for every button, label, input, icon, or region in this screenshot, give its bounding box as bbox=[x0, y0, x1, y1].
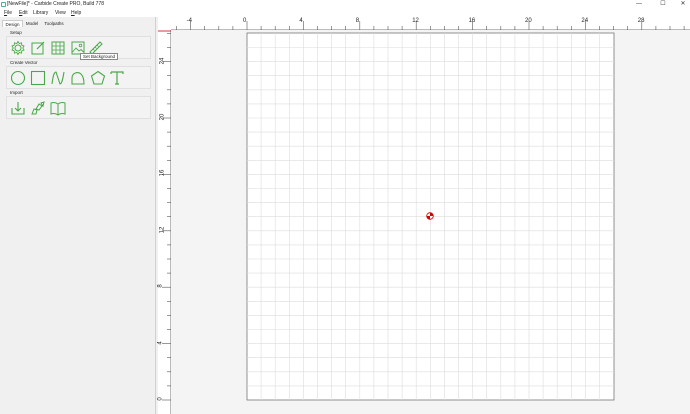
ruler-left-ticks bbox=[158, 30, 171, 401]
import-icon bbox=[11, 102, 25, 115]
draw-curve-button[interactable] bbox=[50, 70, 66, 86]
center-marker-icon bbox=[426, 212, 434, 220]
rectangle-icon bbox=[30, 70, 46, 86]
ruler-top-label: 24 bbox=[581, 18, 589, 24]
circle-icon bbox=[10, 70, 26, 86]
design-panel: Design Model Toolpaths Setup Create Vect… bbox=[0, 17, 156, 414]
import-model-button[interactable] bbox=[30, 100, 46, 116]
curve-icon bbox=[51, 71, 65, 85]
polygon-icon bbox=[90, 70, 106, 85]
menu-file[interactable]: File bbox=[4, 9, 12, 17]
import-vectors-button[interactable] bbox=[10, 100, 26, 116]
maximize-button[interactable]: ☐ bbox=[656, 0, 670, 9]
library-icon bbox=[50, 101, 66, 116]
menu-edit[interactable]: Edit bbox=[19, 9, 28, 17]
ruler-left-label: 20 bbox=[159, 113, 166, 121]
draw-circle-button[interactable] bbox=[10, 70, 26, 86]
gear-icon bbox=[11, 40, 25, 56]
ruler-left-label: 16 bbox=[159, 170, 166, 177]
section-setup bbox=[6, 36, 151, 59]
draw-text-button[interactable] bbox=[109, 70, 125, 86]
polyline-icon bbox=[71, 72, 85, 85]
section-create-vector bbox=[6, 66, 151, 89]
ruler-corner bbox=[158, 17, 171, 30]
tab-toolpaths[interactable]: Toolpaths bbox=[42, 20, 66, 27]
open-library-button[interactable] bbox=[50, 100, 66, 116]
edit-job-icon bbox=[31, 41, 45, 55]
ruler-top-label: -4 bbox=[186, 18, 192, 24]
tooltip: Set Background bbox=[80, 53, 119, 60]
ruler-top-label: 16 bbox=[468, 18, 476, 24]
menu-bar: File Edit Library View Help bbox=[0, 9, 690, 17]
tab-design[interactable]: Design bbox=[2, 20, 23, 27]
ruler-left-label: 8 bbox=[157, 284, 164, 288]
section-import bbox=[6, 96, 151, 119]
import-model-icon bbox=[31, 101, 45, 115]
title-bar: [NewFile]* - Carbide Create PRO, Build 7… bbox=[0, 0, 690, 9]
menu-view[interactable]: View bbox=[55, 9, 66, 17]
ruler-top-label: 0 bbox=[243, 18, 247, 24]
draw-polyline-button[interactable] bbox=[70, 70, 86, 86]
job-setup-button[interactable] bbox=[10, 40, 26, 56]
ruler-top-label: 20 bbox=[525, 18, 532, 24]
ruler-left-label: 24 bbox=[159, 57, 166, 64]
draw-rectangle-button[interactable] bbox=[30, 70, 46, 86]
window-title: [NewFile]* - Carbide Create PRO, Build 7… bbox=[7, 1, 104, 7]
ruler-top bbox=[158, 17, 690, 30]
grid-icon bbox=[51, 41, 65, 55]
grid-button[interactable] bbox=[50, 40, 66, 56]
ruler-left bbox=[158, 30, 171, 414]
ruler-top-label: 12 bbox=[412, 18, 419, 24]
canvas-grid bbox=[246, 32, 615, 401]
menu-help[interactable]: Help bbox=[71, 9, 81, 17]
ruler-top-label: 4 bbox=[299, 18, 303, 24]
draw-polygon-button[interactable] bbox=[90, 70, 106, 86]
minimize-button[interactable]: — bbox=[632, 0, 646, 9]
ruler-left-label: 0 bbox=[157, 397, 164, 401]
edit-job-button[interactable] bbox=[30, 40, 46, 56]
ruler-left-label: 12 bbox=[159, 226, 166, 234]
ruler-top-label: 8 bbox=[355, 18, 360, 24]
ruler-left-label: 4 bbox=[157, 340, 164, 345]
app-icon bbox=[1, 2, 6, 7]
menu-library[interactable]: Library bbox=[33, 9, 48, 17]
app-window: [NewFile]* - Carbide Create PRO, Build 7… bbox=[0, 0, 690, 414]
ruler-top-ticks bbox=[176, 21, 685, 30]
design-canvas[interactable] bbox=[171, 30, 690, 414]
ruler-top-label: 28 bbox=[637, 18, 645, 24]
close-button[interactable]: ✕ bbox=[676, 0, 690, 9]
text-icon bbox=[110, 71, 124, 85]
tab-model[interactable]: Model bbox=[24, 20, 40, 27]
